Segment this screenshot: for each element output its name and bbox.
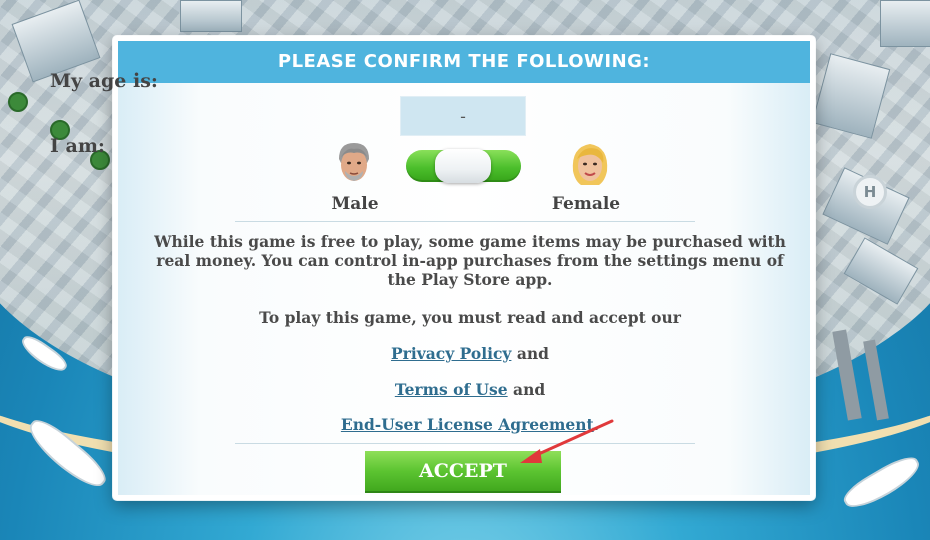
and-text: and [507, 380, 546, 399]
tree [8, 92, 28, 112]
age-selector[interactable]: - [400, 96, 526, 136]
consent-intro: To play this game, you must read and acc… [259, 308, 681, 327]
dialog-title: PLEASE CONFIRM THE FOLLOWING: [118, 41, 810, 83]
gender-toggle-knob[interactable] [435, 149, 491, 183]
female-label[interactable]: Female [540, 194, 632, 214]
privacy-policy-link[interactable]: Privacy Policy [391, 344, 511, 363]
privacy-line: Privacy Policy and [145, 344, 795, 363]
divider [235, 221, 695, 222]
terms-of-use-link[interactable]: Terms of Use [395, 380, 508, 399]
male-avatar-icon[interactable] [333, 141, 375, 189]
terms-line: Terms of Use and [145, 380, 795, 399]
helipad-icon: H [853, 175, 887, 209]
divider [235, 443, 695, 444]
annotation-arrow-icon [520, 419, 614, 463]
purchase-disclaimer: While this game is free to play, some ga… [154, 232, 786, 289]
and-text: and [511, 344, 549, 363]
female-avatar-icon[interactable] [569, 141, 611, 189]
building [180, 0, 242, 32]
gender-label: I am: [50, 135, 105, 157]
age-label: My age is: [50, 70, 158, 92]
eula-line: End-User License Agreement. [145, 415, 795, 434]
building [880, 0, 930, 47]
male-label[interactable]: Male [320, 194, 390, 214]
